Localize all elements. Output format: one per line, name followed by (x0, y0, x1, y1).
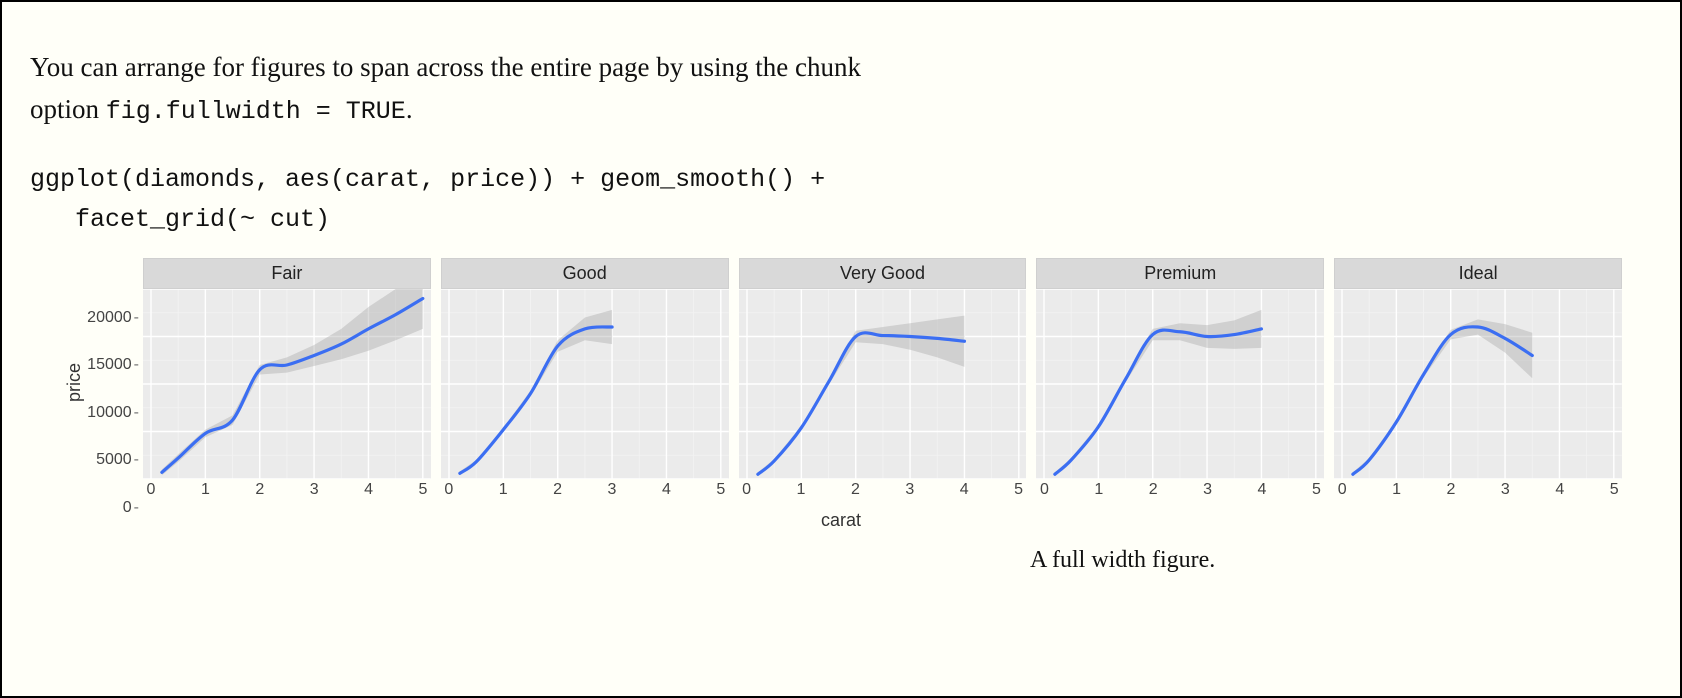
body-paragraph: You can arrange for figures to span acro… (30, 47, 930, 132)
figure-caption: A full width figure. (1030, 547, 1652, 574)
x-tick: 1 (1392, 481, 1401, 499)
code-block: ggplot(diamonds, aes(carat, price)) + ge… (30, 160, 1652, 240)
facet-panel (1036, 289, 1324, 479)
facet-panel (441, 289, 729, 479)
y-tick: 5000 (96, 451, 139, 469)
x-tick: 0 (1338, 481, 1347, 499)
facet-container: Fair012345Good012345Very Good012345Premi… (143, 258, 1622, 508)
x-tick: 4 (364, 481, 373, 499)
x-tick: 0 (1040, 481, 1049, 499)
x-tick: 1 (499, 481, 508, 499)
x-axis-label: carat (30, 510, 1652, 531)
x-axis-ticks: 0 1 2 3 4 5 (143, 479, 431, 505)
y-tick: 20000 (87, 309, 139, 327)
x-tick: 1 (1094, 481, 1103, 499)
x-axis-ticks: 0 1 2 3 4 5 (1334, 479, 1622, 505)
x-tick: 5 (1014, 481, 1023, 499)
y-axis: price 05000100001500020000 (60, 258, 143, 508)
facet-strip: Ideal (1334, 258, 1622, 289)
facet-panel (143, 289, 431, 479)
x-tick: 0 (444, 481, 453, 499)
facet-panel (739, 289, 1027, 479)
x-tick: 0 (742, 481, 751, 499)
x-tick: 5 (1312, 481, 1321, 499)
x-tick: 2 (255, 481, 264, 499)
facet-very-good: Very Good 0 1 2 3 4 5 (739, 258, 1027, 508)
x-tick: 3 (905, 481, 914, 499)
y-tick: 15000 (87, 356, 139, 374)
x-axis-ticks: 0 1 2 3 4 5 (441, 479, 729, 505)
facet-strip: Fair (143, 258, 431, 289)
y-axis-label: price (60, 363, 85, 402)
x-tick: 4 (1258, 481, 1267, 499)
x-tick: 4 (662, 481, 671, 499)
x-tick: 1 (201, 481, 210, 499)
x-axis-ticks: 0 1 2 3 4 5 (1036, 479, 1324, 505)
x-tick: 2 (1447, 481, 1456, 499)
body-text-post: . (406, 94, 413, 124)
x-tick: 2 (851, 481, 860, 499)
facet-fair: Fair 0 1 2 3 4 5 (143, 258, 431, 508)
x-tick: 4 (960, 481, 969, 499)
inline-code: fig.fullwidth = TRUE (106, 97, 406, 126)
x-tick: 3 (310, 481, 319, 499)
x-tick: 1 (797, 481, 806, 499)
facet-premium: Premium 0 1 2 3 4 5 (1036, 258, 1324, 508)
facet-strip: Premium (1036, 258, 1324, 289)
x-tick: 2 (553, 481, 562, 499)
y-axis-ticks: 05000100001500020000 (85, 288, 143, 508)
facet-good: Good 0 1 2 3 4 5 (441, 258, 729, 508)
x-tick: 0 (147, 481, 156, 499)
x-tick: 4 (1555, 481, 1564, 499)
facet-chart: price 05000100001500020000 Fair012345Goo… (60, 258, 1622, 508)
document-page: You can arrange for figures to span acro… (0, 0, 1682, 698)
facet-ideal: Ideal 0 1 2 3 4 5 (1334, 258, 1622, 508)
x-axis-ticks: 0 1 2 3 4 5 (739, 479, 1027, 505)
x-tick: 3 (1203, 481, 1212, 499)
x-tick: 5 (1610, 481, 1619, 499)
x-tick: 5 (419, 481, 428, 499)
facet-strip: Very Good (739, 258, 1027, 289)
y-tick: 10000 (87, 404, 139, 422)
facet-strip: Good (441, 258, 729, 289)
y-tick: 0 (123, 499, 139, 517)
facet-panel (1334, 289, 1622, 479)
x-tick: 3 (1501, 481, 1510, 499)
x-tick: 5 (716, 481, 725, 499)
x-tick: 3 (608, 481, 617, 499)
x-tick: 2 (1149, 481, 1158, 499)
